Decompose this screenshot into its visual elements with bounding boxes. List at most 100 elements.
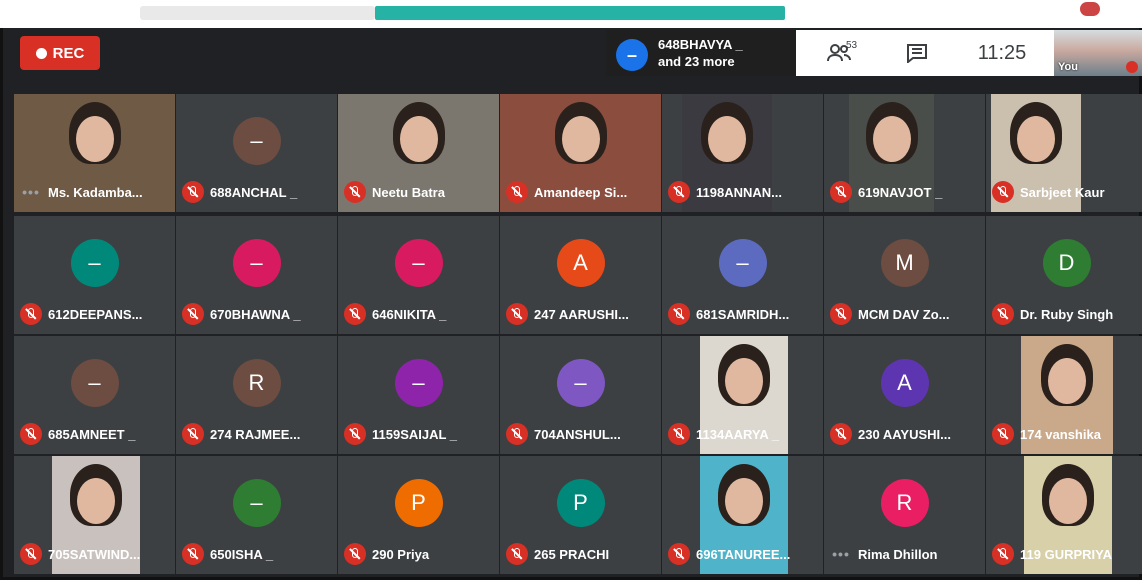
participant-face <box>399 116 438 162</box>
participant-tile[interactable]: – 1159SAIJAL _ <box>338 336 499 454</box>
recording-button[interactable]: REC <box>20 36 100 70</box>
participants-button[interactable]: 53 <box>796 30 882 76</box>
meeting-clock: 11:25 <box>977 41 1027 64</box>
participant-name: 265 PRACHI <box>534 546 610 562</box>
participant-label: 290 Priya <box>344 543 495 565</box>
participant-label: Dr. Ruby Singh <box>992 303 1142 325</box>
participant-label: 704ANSHUL... <box>506 423 657 445</box>
mic-off-icon <box>182 181 204 203</box>
mic-off-icon <box>20 423 42 445</box>
mic-off-icon <box>668 423 690 445</box>
participant-label: ••• Rima Dhillon <box>830 543 981 565</box>
self-mic-off-icon <box>1126 61 1138 73</box>
participant-avatar: M <box>880 239 929 288</box>
participant-name: 1134AARYA _ <box>696 426 780 442</box>
mic-off-icon <box>992 181 1014 203</box>
participant-avatar: – <box>394 239 443 288</box>
participant-name: 704ANSHUL... <box>534 426 621 442</box>
participant-avatar: – <box>232 479 281 528</box>
participant-name: Ms. Kadamba... <box>48 184 143 200</box>
participant-count: 53 <box>846 40 858 51</box>
participant-avatar: – <box>718 239 767 288</box>
participant-tile[interactable]: M MCM DAV Zo... <box>824 216 985 334</box>
mic-off-icon <box>182 303 204 325</box>
participant-tile[interactable]: 619NAVJOT _ <box>824 94 985 212</box>
participant-avatar: – <box>70 239 119 288</box>
record-indicator <box>1080 2 1100 16</box>
participant-name: Neetu Batra <box>372 184 445 200</box>
mic-off-icon <box>668 181 690 203</box>
participant-tile[interactable]: Sarbjeet Kaur <box>986 94 1142 212</box>
participant-tile[interactable]: 174 vanshika <box>986 336 1142 454</box>
participant-tile[interactable]: R ••• Rima Dhillon <box>824 456 985 574</box>
chat-button[interactable] <box>882 30 952 76</box>
participant-tile[interactable]: 696TANUREE... <box>662 456 823 574</box>
participant-tile[interactable]: – 688ANCHAL _ <box>176 94 337 212</box>
participant-tile[interactable]: – 670BHAWNA _ <box>176 216 337 334</box>
participant-tile[interactable]: A 247 AARUSHI... <box>500 216 661 334</box>
participant-face <box>77 478 115 524</box>
participant-label: Amandeep Si... <box>506 181 657 203</box>
mic-off-icon <box>506 543 528 565</box>
participant-name: Dr. Ruby Singh <box>1020 306 1114 322</box>
participant-tile[interactable]: – 704ANSHUL... <box>500 336 661 454</box>
participant-avatar: – <box>70 359 119 408</box>
participant-tile[interactable]: Amandeep Si... <box>500 94 661 212</box>
participant-tile[interactable]: R 274 RAJMEE... <box>176 336 337 454</box>
participant-avatar: D <box>1042 239 1091 288</box>
participant-avatar: P <box>394 479 443 528</box>
participant-label: 685AMNEET _ <box>20 423 171 445</box>
presenter-avatar: – <box>616 39 648 71</box>
participant-tile[interactable]: – 685AMNEET _ <box>14 336 175 454</box>
participant-tile[interactable]: – 612DEEPANS... <box>14 216 175 334</box>
participant-tile[interactable]: 119 GURPRIYA <box>986 456 1142 574</box>
participant-avatar: P <box>556 479 605 528</box>
participant-label: 612DEEPANS... <box>20 303 171 325</box>
mic-off-icon <box>830 423 852 445</box>
participant-tile[interactable]: 705SATWIND... <box>14 456 175 574</box>
participant-name: 274 RAJMEE... <box>210 426 301 442</box>
participant-avatar: – <box>394 359 443 408</box>
participant-tile[interactable]: – 681SAMRIDH... <box>662 216 823 334</box>
mic-off-icon <box>20 543 42 565</box>
participant-name: 174 vanshika <box>1020 426 1101 442</box>
participant-name: Rima Dhillon <box>858 546 938 562</box>
participant-label: 1134AARYA _ <box>668 423 819 445</box>
speaking-dots-icon: ••• <box>22 184 40 200</box>
participant-name: 646NIKITA _ <box>372 306 447 322</box>
participant-name: 681SAMRIDH... <box>696 306 790 322</box>
participant-label: 230 AAYUSHI... <box>830 423 981 445</box>
presenter-chip[interactable]: – 648BHAVYA _ and 23 more <box>606 30 796 76</box>
self-view-tile[interactable]: You <box>1054 30 1142 76</box>
participant-label: 670BHAWNA _ <box>182 303 333 325</box>
participant-tile[interactable]: P 290 Priya <box>338 456 499 574</box>
participant-label: 688ANCHAL _ <box>182 181 333 203</box>
participant-label: 174 vanshika <box>992 423 1142 445</box>
participant-tile[interactable]: P 265 PRACHI <box>500 456 661 574</box>
mic-off-icon <box>344 423 366 445</box>
participant-grid: ••• Ms. Kadamba... – 688ANCHAL _ Neetu Batra… <box>14 94 1142 580</box>
participant-tile[interactable]: D Dr. Ruby Singh <box>986 216 1142 334</box>
participant-tile[interactable]: – 650ISHA _ <box>176 456 337 574</box>
participant-face <box>725 358 763 404</box>
participant-face <box>75 116 114 162</box>
participant-tile[interactable]: 1134AARYA _ <box>662 336 823 454</box>
participant-tile[interactable]: Neetu Batra <box>338 94 499 212</box>
mic-off-icon <box>506 303 528 325</box>
participant-label: 119 GURPRIYA <box>992 543 1142 565</box>
participant-tile[interactable]: – 646NIKITA _ <box>338 216 499 334</box>
participant-tile[interactable]: 1198ANNAN... <box>662 94 823 212</box>
participant-avatar: R <box>880 479 929 528</box>
participant-face <box>725 478 763 524</box>
participant-tile[interactable]: A 230 AAYUSHI... <box>824 336 985 454</box>
participant-tile[interactable]: ••• Ms. Kadamba... <box>14 94 175 212</box>
participant-name: 612DEEPANS... <box>48 306 143 322</box>
browser-tab[interactable] <box>140 6 375 20</box>
mic-off-icon <box>506 423 528 445</box>
participant-face <box>1048 358 1086 404</box>
participant-name: 290 Priya <box>372 546 430 562</box>
participant-name: MCM DAV Zo... <box>858 306 950 322</box>
participant-name: Amandeep Si... <box>534 184 628 200</box>
mic-off-icon <box>830 181 852 203</box>
participant-face <box>1017 116 1055 162</box>
